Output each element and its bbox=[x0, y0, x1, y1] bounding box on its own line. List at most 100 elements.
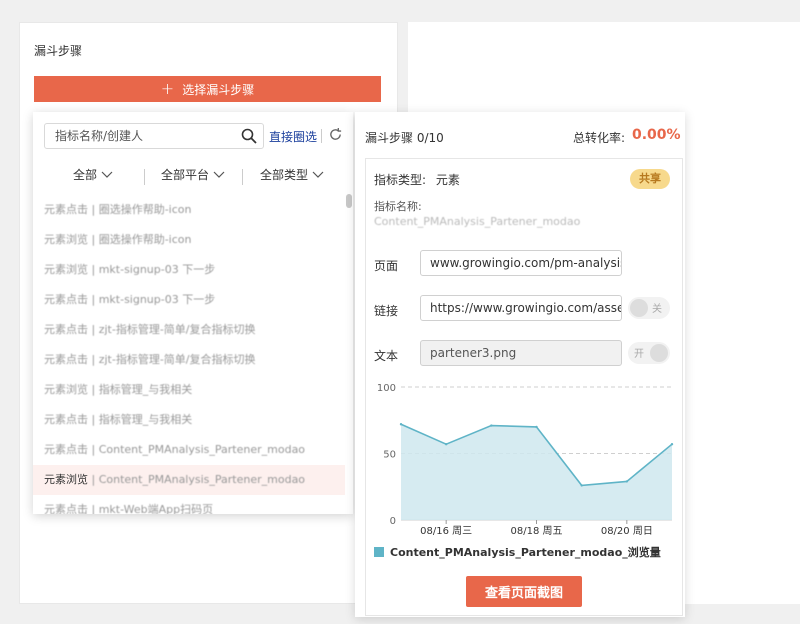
metric-name-label: 指标名称: bbox=[374, 200, 422, 213]
toggle-label: 关 bbox=[652, 304, 662, 315]
list-item[interactable]: 元素点击 | 圈选操作帮助-icon bbox=[33, 195, 353, 225]
item-name: 圈选操作帮助-icon bbox=[98, 233, 192, 246]
x-tick-label: 08/20 周日 bbox=[601, 525, 653, 537]
item-type: 元素点击 bbox=[44, 203, 88, 216]
text-toggle[interactable]: 开 bbox=[628, 342, 670, 364]
list-item[interactable]: 元素浏览 | mkt-signup-03 下一步 bbox=[33, 255, 353, 285]
legend-label: Content_PMAnalysis_Partener_modao_浏览量 bbox=[390, 546, 661, 559]
y-tick-label: 50 bbox=[383, 450, 396, 461]
link-field[interactable]: https://www.growingio.com/asset bbox=[420, 295, 622, 321]
chevron-down-icon bbox=[312, 171, 324, 178]
funnel-steps-title: 漏斗步骤 bbox=[34, 44, 83, 58]
chevron-down-icon bbox=[213, 171, 225, 178]
search-icon[interactable] bbox=[241, 128, 257, 144]
list-item[interactable]: 元素点击 | Content_PMAnalysis_Partener_modao bbox=[33, 435, 353, 465]
scrollbar-thumb[interactable] bbox=[346, 194, 352, 208]
select-funnel-steps-button[interactable]: + 选择漏斗步骤 bbox=[34, 76, 381, 102]
filter-all[interactable]: 全部 bbox=[73, 166, 113, 183]
link-toggle[interactable]: 关 bbox=[628, 297, 670, 319]
data-point bbox=[444, 442, 448, 446]
item-name: 指标管理_与我相关 bbox=[98, 413, 193, 426]
data-point bbox=[535, 425, 538, 429]
data-point bbox=[670, 442, 674, 446]
page-label: 页面 bbox=[374, 259, 399, 273]
item-type: 元素点击 bbox=[44, 413, 88, 426]
chart-legend: Content_PMAnalysis_Partener_modao_浏览量 bbox=[374, 544, 661, 560]
divider bbox=[242, 169, 243, 185]
data-point bbox=[399, 423, 403, 426]
metric-type-label: 指标类型: bbox=[374, 173, 427, 187]
list-item[interactable]: 元素点击 | mkt-signup-03 下一步 bbox=[33, 285, 353, 315]
y-tick-label: 100 bbox=[377, 383, 396, 394]
conversion-rate-label: 总转化率: bbox=[573, 131, 626, 145]
item-name: mkt-Web端App扫码页 bbox=[98, 503, 214, 514]
list-item[interactable]: 元素浏览 | 指标管理_与我相关 bbox=[33, 375, 353, 405]
item-type: 元素浏览 bbox=[44, 473, 88, 486]
chevron-down-icon bbox=[101, 171, 113, 178]
list-item[interactable]: 元素浏览 | 圈选操作帮助-icon bbox=[33, 225, 353, 255]
x-tick-label: 08/18 周五 bbox=[511, 525, 563, 537]
steps-count: 漏斗步骤 0/10 bbox=[365, 131, 444, 145]
item-name: zjt-指标管理-简单/复合指标切换 bbox=[98, 323, 256, 336]
share-badge: 共享 bbox=[630, 169, 670, 189]
item-type: 元素浏览 bbox=[44, 383, 88, 396]
filter-platform[interactable]: 全部平台 bbox=[161, 166, 225, 183]
data-point bbox=[625, 480, 629, 483]
item-type: 元素点击 bbox=[44, 323, 88, 336]
item-name: mkt-signup-03 下一步 bbox=[98, 263, 216, 276]
filter-bar: 全部 全部平台 全部类型 bbox=[33, 166, 353, 188]
toggle-knob bbox=[650, 344, 668, 362]
metric-list: 元素点击 | 圈选操作帮助-icon 元素浏览 | 圈选操作帮助-icon 元素… bbox=[33, 195, 353, 514]
link-label: 链接 bbox=[374, 304, 399, 318]
search-box bbox=[44, 123, 264, 149]
list-item[interactable]: 元素点击 | mkt-Web端App扫码页 bbox=[33, 495, 353, 514]
filter-type[interactable]: 全部类型 bbox=[260, 166, 324, 183]
metric-detail-card: 指标类型: 元素 共享 指标名称: Content_PMAnalysis_Par… bbox=[365, 158, 683, 616]
item-type: 元素浏览 bbox=[44, 233, 88, 246]
text-field[interactable]: partener3.png bbox=[420, 340, 622, 366]
metric-type: 指标类型: 元素 bbox=[374, 171, 460, 188]
text-label: 文本 bbox=[374, 349, 399, 363]
search-input[interactable] bbox=[45, 124, 225, 148]
metric-picker-dropdown: 直接圈选 全部 全部平台 全部类型 元素点击 | 圈选操作帮助-icon 元素浏… bbox=[33, 112, 353, 514]
conversion-rate-value: 0.00% bbox=[632, 127, 681, 143]
select-funnel-steps-label: 选择漏斗步骤 bbox=[182, 82, 255, 97]
item-type: 元素点击 bbox=[44, 353, 88, 366]
item-type: 元素浏览 bbox=[44, 263, 88, 276]
metric-type-value: 元素 bbox=[435, 173, 460, 187]
filter-platform-label: 全部平台 bbox=[161, 168, 210, 182]
item-name: 指标管理_与我相关 bbox=[98, 383, 193, 396]
item-type: 元素点击 bbox=[44, 503, 88, 514]
divider bbox=[321, 129, 322, 143]
x-tick-label: 08/16 周三 bbox=[420, 525, 472, 537]
legend-swatch bbox=[374, 547, 384, 557]
metric-name-value: Content_PMAnalysis_Partener_modao bbox=[374, 215, 581, 228]
item-name: Content_PMAnalysis_Partener_modao bbox=[98, 473, 306, 486]
item-name: 圈选操作帮助-icon bbox=[98, 203, 192, 216]
toggle-knob bbox=[630, 299, 648, 317]
list-item[interactable]: 元素点击 | zjt-指标管理-简单/复合指标切换 bbox=[33, 345, 353, 375]
plus-icon: + bbox=[160, 79, 175, 98]
data-point bbox=[490, 424, 493, 427]
y-tick-label: 0 bbox=[390, 516, 396, 527]
list-item-selected[interactable]: 元素浏览 | Content_PMAnalysis_Partener_modao bbox=[33, 465, 345, 495]
page-field[interactable]: www.growingio.com/pm-analysis bbox=[420, 250, 622, 276]
list-item[interactable]: 元素点击 | zjt-指标管理-简单/复合指标切换 bbox=[33, 315, 353, 345]
filter-all-label: 全部 bbox=[73, 168, 98, 182]
trend-chart: 100 50 0 08/16 周三 08/18 周五 08/20 周日 bbox=[377, 383, 674, 537]
direct-select-link[interactable]: 直接圈选 bbox=[269, 128, 317, 145]
item-name: mkt-signup-03 下一步 bbox=[98, 293, 216, 306]
item-type: 元素点击 bbox=[44, 293, 88, 306]
series-area bbox=[401, 424, 672, 520]
toggle-label: 开 bbox=[634, 349, 644, 360]
data-point bbox=[580, 484, 583, 487]
item-name: zjt-指标管理-简单/复合指标切换 bbox=[98, 353, 256, 366]
list-item[interactable]: 元素点击 | 指标管理_与我相关 bbox=[33, 405, 353, 435]
funnel-steps-panel: 漏斗步骤 0/10 总转化率: 0.00% 指标类型: 元素 共享 指标名称: … bbox=[355, 112, 685, 617]
item-name: Content_PMAnalysis_Partener_modao bbox=[98, 443, 306, 456]
filter-type-label: 全部类型 bbox=[260, 168, 309, 182]
item-type: 元素点击 bbox=[44, 443, 88, 456]
divider bbox=[144, 169, 145, 185]
refresh-icon[interactable] bbox=[328, 127, 343, 142]
view-page-screenshot-button[interactable]: 查看页面截图 bbox=[466, 576, 582, 607]
